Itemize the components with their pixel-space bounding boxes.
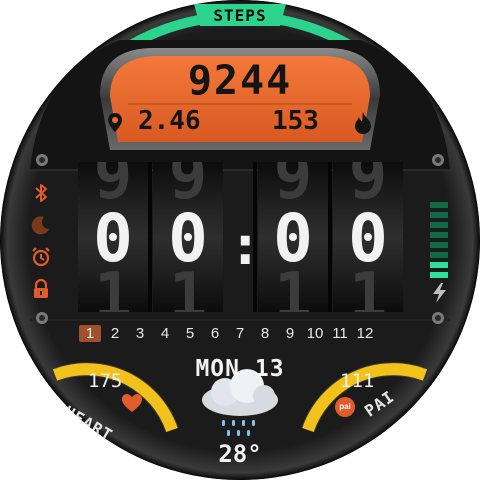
moon-icon[interactable] (30, 214, 52, 236)
month-8: 8 (260, 325, 270, 342)
month-5: 5 (185, 325, 195, 342)
month-3: 3 (135, 325, 145, 342)
screw-icon (432, 312, 444, 324)
battery-segment (430, 222, 448, 228)
month-7: 7 (235, 325, 245, 342)
battery-segment (430, 252, 448, 258)
ghost-digit: 1 (348, 260, 388, 312)
pai-badge-icon: pai (335, 397, 355, 417)
hour-ones-reel: 9 0 1 (153, 162, 223, 312)
month-6: 6 (210, 325, 220, 342)
battery-segment (430, 262, 448, 268)
month-11: 11 (332, 325, 348, 342)
month-9: 9 (285, 325, 295, 342)
screw-icon (36, 312, 48, 324)
time-separator: : (229, 214, 262, 277)
heart-rate-value[interactable]: 175 (88, 370, 122, 392)
month-1: 1 (79, 325, 101, 342)
temperature-value[interactable]: 28° (190, 440, 290, 468)
battery-segment (430, 242, 448, 248)
steps-title: STEPS (213, 6, 267, 25)
ghost-digit: 1 (273, 260, 313, 312)
month-2: 2 (110, 325, 120, 342)
ghost-digit: 1 (93, 260, 133, 312)
battery-segment (430, 232, 448, 238)
calories-value: 153 (272, 106, 319, 136)
date-text[interactable]: MON 13 (170, 356, 310, 382)
watch-face: STEPS 9244 2.46 153 9 0 1 9 0 1 : 9 0 1 … (0, 0, 480, 480)
screw-icon (432, 154, 444, 166)
hour-tens-reel: 9 0 1 (78, 162, 148, 312)
alarm-clock-icon[interactable] (30, 246, 52, 268)
month-12: 12 (356, 325, 374, 342)
bluetooth-icon[interactable] (30, 182, 52, 204)
ghost-digit: 1 (168, 260, 208, 312)
battery-segment (430, 212, 448, 218)
lock-icon[interactable] (30, 278, 52, 300)
steps-value[interactable]: 9244 (150, 58, 330, 104)
pai-value[interactable]: 111 (340, 370, 374, 392)
month-10: 10 (306, 325, 324, 342)
minute-tens-reel: 9 0 1 (258, 162, 328, 312)
battery-segment (430, 272, 448, 278)
month-4: 4 (160, 325, 170, 342)
minute-ones-reel: 9 0 1 (333, 162, 403, 312)
battery-segment (430, 202, 448, 208)
distance-value: 2.46 (138, 106, 201, 136)
screw-icon (36, 154, 48, 166)
